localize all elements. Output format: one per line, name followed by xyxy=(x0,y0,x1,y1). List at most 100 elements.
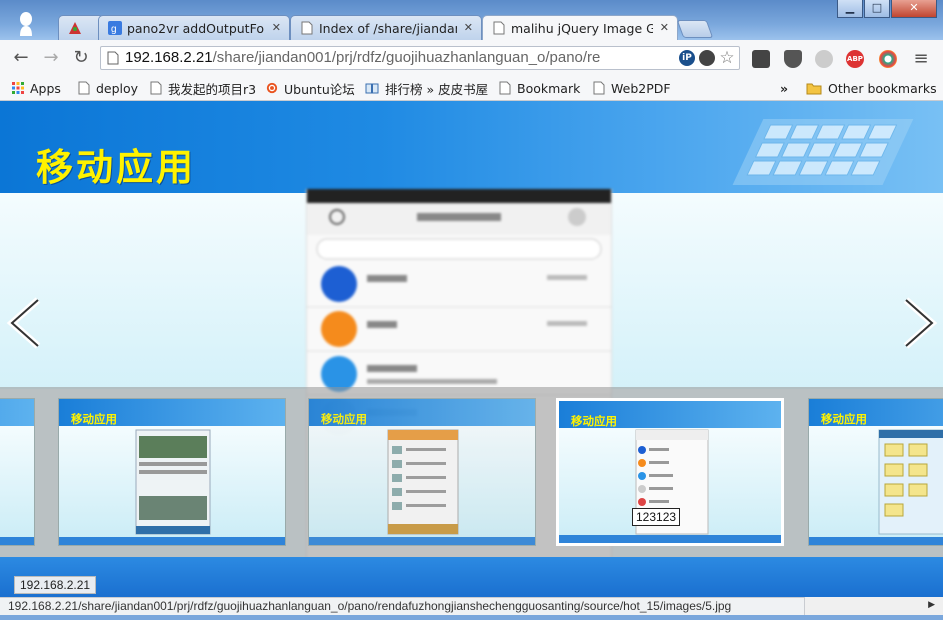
bookmark-deploy[interactable]: deploy xyxy=(78,79,138,97)
back-arrow-icon[interactable]: ← xyxy=(10,48,32,68)
sync-icon[interactable] xyxy=(815,50,833,68)
bookmark-project-r3[interactable]: 我发起的项目r3 xyxy=(150,79,256,97)
bookmark-web2pdf[interactable]: Web2PDF xyxy=(593,79,671,97)
thumbnail-2[interactable]: 移动应用 xyxy=(308,398,536,546)
ubuntu-logo-icon xyxy=(266,82,278,94)
close-tab-icon[interactable]: ✕ xyxy=(660,21,669,34)
thumbnail-footer xyxy=(309,537,535,545)
bookmark-ubuntu-forum[interactable]: Ubuntu论坛 xyxy=(266,79,355,97)
thumbnail-footer xyxy=(559,535,781,543)
svg-text:g: g xyxy=(111,24,117,35)
google-g-icon: g xyxy=(108,21,122,35)
keyboard-graphic xyxy=(732,119,914,185)
page-icon xyxy=(301,21,313,35)
thumbnail-footer xyxy=(0,537,34,545)
bookmark-label: Web2PDF xyxy=(611,80,671,96)
thumbnail-body xyxy=(309,426,535,545)
url-text[interactable]: 192.168.2.21/share/jiandan001/prj/rdfz/g… xyxy=(125,49,685,66)
thumbnail-footer xyxy=(59,537,285,545)
page-icon xyxy=(593,81,605,95)
star-bookmark-icon[interactable]: ☆ xyxy=(719,50,735,67)
thumbnail-title: 移动应用 xyxy=(71,412,117,426)
red-person-icon xyxy=(69,22,81,34)
thumbnail-body xyxy=(0,426,34,545)
tab-title: malihu jQuery Image Gallery xyxy=(511,21,653,36)
page-icon xyxy=(493,21,505,35)
bookmark-label: deploy xyxy=(96,80,139,96)
bookmark-label: Other bookmarks xyxy=(828,80,937,96)
apps-grid-icon xyxy=(12,82,24,94)
window-controls: ▁ □ ✕ xyxy=(836,0,937,20)
status-bar-url: 192.168.2.21/share/jiandan001/prj/rdfz/g… xyxy=(0,597,805,615)
page-icon xyxy=(150,81,162,95)
evernote-icon[interactable] xyxy=(752,50,770,68)
bookmark-label: Ubuntu论坛 xyxy=(284,81,355,97)
tab-pano2vr[interactable]: g pano2vr addOutputForm ✕ xyxy=(98,15,290,40)
ip-icon[interactable]: iP xyxy=(679,50,695,66)
horizontal-scrollbar[interactable]: ▶ xyxy=(805,597,943,615)
tab-index-of[interactable]: Index of /share/jiandan ✕ xyxy=(290,15,482,40)
phone-screen-graphic xyxy=(635,429,709,535)
news-screen-graphic xyxy=(135,429,211,535)
page-icon xyxy=(78,81,90,95)
page-content: 移动应用 移动应用 移动应用 移动应用 移动应用 123123 192.168.… xyxy=(0,101,943,598)
close-tab-icon[interactable]: ✕ xyxy=(464,21,473,34)
bookmark-label: Bookmark xyxy=(517,80,581,96)
thumbnail-banner xyxy=(0,399,34,426)
book-icon xyxy=(365,83,379,94)
scroll-right-arrow-icon[interactable]: ▶ xyxy=(928,600,935,610)
adblock-plus-icon[interactable]: ABP xyxy=(846,50,864,68)
banner-title: 移动应用 xyxy=(36,146,196,189)
footer-band xyxy=(0,557,943,598)
grid-screen-graphic xyxy=(878,429,943,535)
bookmark-apps[interactable]: Apps xyxy=(12,79,61,97)
close-tab-icon[interactable]: ✕ xyxy=(272,21,281,34)
minimize-button[interactable]: ▁ xyxy=(837,0,863,18)
banner: 移动应用 xyxy=(0,101,943,193)
thumbnail-footer xyxy=(809,537,943,545)
thumbnail-0[interactable] xyxy=(0,398,35,546)
thumbnail-body xyxy=(59,426,285,545)
bookmark-other-folder[interactable]: Other bookmarks xyxy=(806,79,937,97)
next-arrow-icon[interactable] xyxy=(898,297,940,349)
list-screen-graphic xyxy=(387,429,459,535)
url-host: 192.168.2.21 xyxy=(125,49,213,66)
forward-arrow-icon[interactable]: → xyxy=(40,48,62,68)
bookmarks-overflow-chevron[interactable]: » xyxy=(780,79,788,97)
thumbnail-title: 移动应用 xyxy=(321,412,367,426)
url-path: /share/jiandan001/prj/rdfz/guojihuazhanl… xyxy=(212,49,601,66)
address-popup: 192.168.2.21 xyxy=(14,576,97,594)
tab-title: pano2vr addOutputForm xyxy=(127,21,265,36)
reload-icon[interactable]: ↻ xyxy=(70,48,92,68)
previous-arrow-icon[interactable] xyxy=(4,297,46,349)
menu-hamburger-icon[interactable]: ≡ xyxy=(912,50,930,68)
camera-extension-icon[interactable] xyxy=(699,50,715,66)
hover-tooltip: 123123 xyxy=(632,508,681,526)
title-bar: g pano2vr addOutputForm ✕ Index of /shar… xyxy=(0,0,943,41)
chrome-extension-icon[interactable] xyxy=(879,50,897,68)
bookmark-label: Apps xyxy=(30,80,61,96)
page-icon xyxy=(499,81,511,95)
thumbnail-4[interactable]: 移动应用 xyxy=(808,398,943,546)
close-window-button[interactable]: ✕ xyxy=(891,0,937,18)
bookmark-label: 排行榜 » 皮皮书屋 xyxy=(385,81,489,97)
page-info-icon[interactable] xyxy=(107,51,119,65)
bookmark-bookmark[interactable]: Bookmark xyxy=(499,79,580,97)
maximize-button[interactable]: □ xyxy=(864,0,890,18)
tab-title: Index of /share/jiandan xyxy=(319,21,457,36)
bookmark-label: 我发起的项目r3 xyxy=(168,81,257,97)
thumbnail-1[interactable]: 移动应用 xyxy=(58,398,286,546)
bookmark-pipi-bookstore[interactable]: 排行榜 » 皮皮书屋 xyxy=(365,79,488,97)
user-profile-icon[interactable] xyxy=(18,12,34,36)
new-tab-button[interactable] xyxy=(676,20,714,38)
thumbnail-body xyxy=(559,428,781,543)
window-bottom-edge xyxy=(0,615,943,620)
pocket-icon[interactable] xyxy=(784,50,802,68)
thumbnail-body xyxy=(809,426,943,545)
address-bar[interactable]: 192.168.2.21/share/jiandan001/prj/rdfz/g… xyxy=(100,46,740,70)
thumbnail-title: 移动应用 xyxy=(821,412,867,426)
thumbnail-title: 移动应用 xyxy=(571,414,617,428)
tab-malihu-gallery[interactable]: malihu jQuery Image Gallery ✕ xyxy=(482,15,678,41)
bookmarks-bar: Apps deploy 我发起的项目r3 Ubuntu论坛 排行榜 » 皮皮书屋… xyxy=(0,76,943,101)
browser-toolbar: ← → ↻ 192.168.2.21/share/jiandan001/prj/… xyxy=(0,40,943,77)
